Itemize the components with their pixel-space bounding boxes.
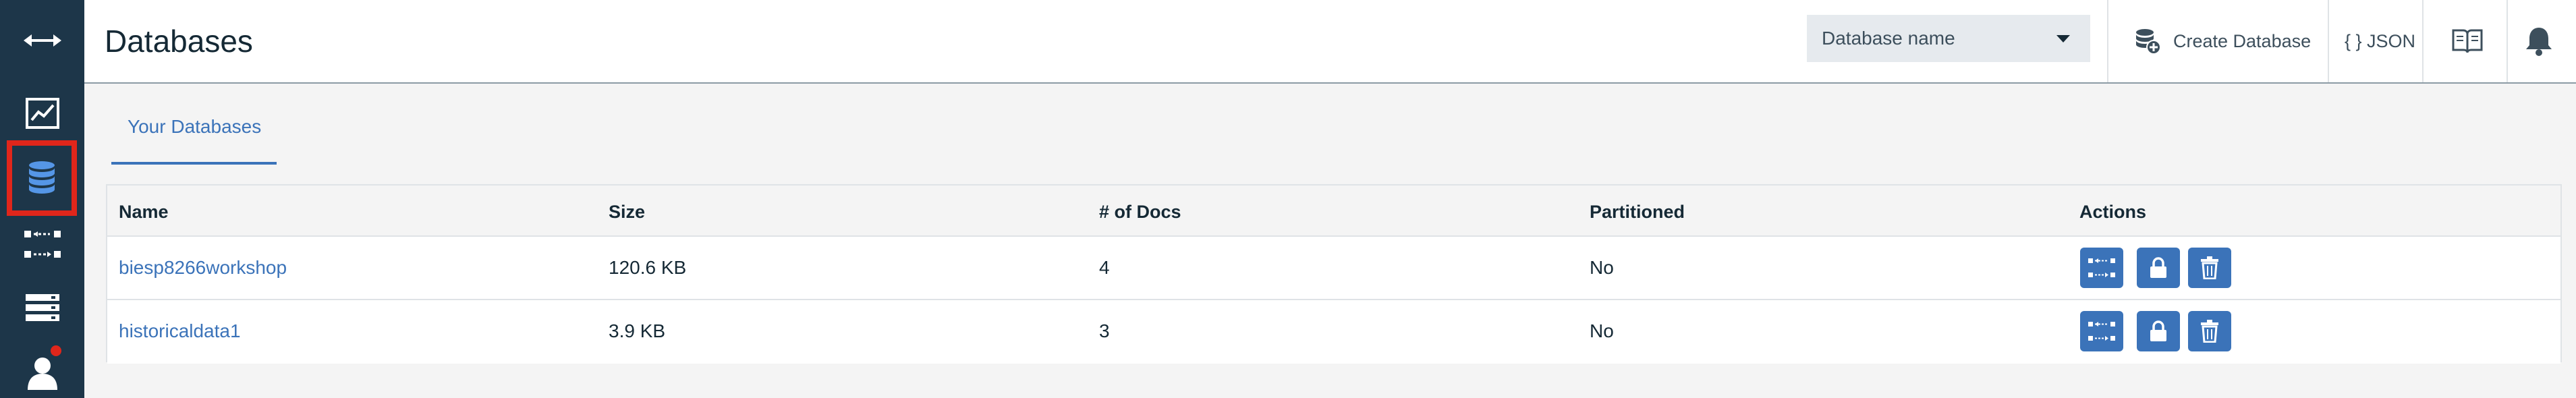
header-divider (2328, 0, 2329, 82)
book-icon (2452, 28, 2483, 54)
sidebar-item-collapse[interactable] (0, 8, 84, 73)
column-header-actions: Actions (2079, 202, 2147, 222)
create-database-button[interactable]: Create Database (2134, 0, 2311, 82)
create-database-label: Create Database (2173, 30, 2312, 51)
database-icon (27, 160, 57, 196)
add-database-icon (2134, 28, 2161, 55)
documentation-button[interactable] (2452, 0, 2483, 82)
table-row: historicaldata1 3.9 KB 3 No (107, 300, 2560, 364)
header-divider (2422, 0, 2424, 82)
column-header-size[interactable]: Size (609, 202, 645, 223)
table-row: biesp8266workshop 120.6 KB 4 No (107, 237, 2560, 300)
sidebar-item-replication[interactable] (0, 212, 84, 277)
sidebar-nav (0, 0, 84, 398)
lock-icon (2149, 257, 2168, 279)
sidebar-item-account[interactable] (0, 340, 84, 398)
database-name-select[interactable]: Database name (1807, 15, 2090, 62)
database-size: 120.6 KB (609, 257, 687, 278)
replicate-button[interactable] (2080, 311, 2123, 351)
tab-label: Your Databases (128, 116, 262, 137)
database-doc-count: 3 (1099, 320, 1110, 341)
database-name-link[interactable]: biesp8266workshop (119, 257, 287, 279)
sidebar-item-servers[interactable] (0, 275, 84, 340)
table-header: Name Size # of Docs Partitioned Actions (107, 186, 2560, 237)
column-header-name[interactable]: Name (119, 202, 169, 223)
header-divider (2507, 0, 2508, 82)
database-partitioned: No (1590, 320, 1614, 341)
notifications-button[interactable] (2525, 0, 2552, 82)
database-doc-count: 4 (1099, 257, 1110, 278)
replicate-icon (2088, 258, 2115, 278)
header-divider (2107, 0, 2108, 82)
json-view-button[interactable]: { } JSON (2345, 0, 2415, 82)
replication-icon (24, 229, 61, 259)
notification-dot (51, 345, 61, 356)
lock-icon (2149, 320, 2168, 342)
permissions-button[interactable] (2137, 248, 2180, 288)
trash-icon (2200, 256, 2219, 279)
collapse-arrows-icon (23, 30, 61, 51)
page-title: Databases (105, 24, 253, 59)
bell-icon (2525, 26, 2552, 56)
permissions-button[interactable] (2137, 311, 2180, 351)
column-header-partitioned: Partitioned (1590, 202, 1685, 222)
delete-button[interactable] (2188, 311, 2231, 351)
json-view-label: { } JSON (2345, 30, 2416, 51)
page-header: Databases Database name Create Database … (84, 0, 2576, 84)
user-icon (26, 355, 59, 390)
activity-chart-icon (25, 97, 60, 130)
column-header-docs[interactable]: # of Docs (1099, 202, 1181, 223)
database-partitioned: No (1590, 257, 1614, 278)
replicate-icon (2088, 321, 2115, 341)
trash-icon (2200, 320, 2219, 343)
chevron-down-icon (2056, 35, 2070, 42)
sidebar-item-databases[interactable] (7, 140, 77, 216)
databases-table: Name Size # of Docs Partitioned Actions … (106, 184, 2562, 364)
replicate-button[interactable] (2080, 248, 2123, 288)
database-name-placeholder: Database name (1822, 28, 1955, 49)
tab-your-databases[interactable]: Your Databases (111, 103, 277, 165)
database-name-link[interactable]: historicaldata1 (119, 320, 241, 342)
delete-button[interactable] (2188, 248, 2231, 288)
sidebar-item-activity[interactable] (0, 81, 84, 146)
server-list-icon (25, 294, 59, 321)
database-size: 3.9 KB (609, 320, 666, 341)
